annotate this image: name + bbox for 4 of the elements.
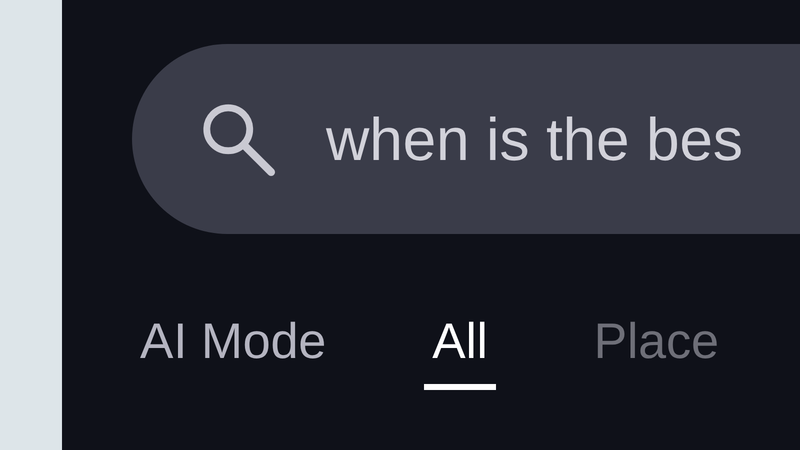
tab[interactable]: All: [424, 312, 496, 390]
tab[interactable]: AI Mode: [132, 312, 334, 390]
search-field[interactable]: when is the bes: [132, 44, 800, 234]
tab[interactable]: Place: [586, 312, 727, 390]
